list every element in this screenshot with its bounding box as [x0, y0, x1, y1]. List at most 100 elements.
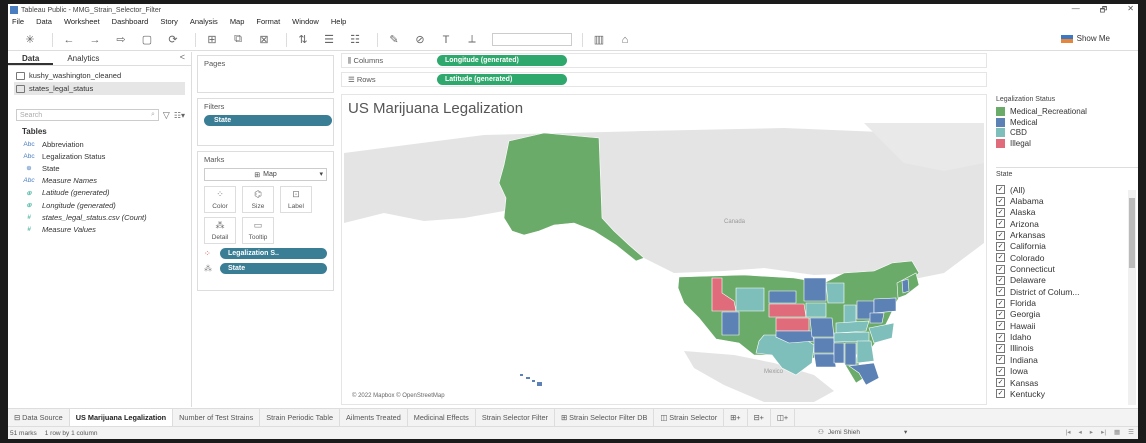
state-checkbox-item[interactable]: ✓ Alabama [996, 195, 1138, 206]
tab-analytics[interactable]: Analytics [53, 52, 113, 65]
rows-shelf[interactable]: ☰ Rows Latitude (generated) [341, 72, 987, 87]
checkbox[interactable]: ✓ [996, 219, 1005, 229]
map[interactable]: Canada Mexico © 2022 Mapbox © OpenStreet… [344, 123, 984, 402]
state-hawaii[interactable] [520, 374, 542, 386]
checkbox[interactable]: ✓ [996, 343, 1005, 353]
scrollbar-thumb[interactable] [1129, 198, 1135, 268]
search-input[interactable]: Search ⌕ [16, 109, 159, 121]
close-button[interactable]: ✕ [1127, 4, 1134, 18]
tableau-home-icon[interactable]: ✳ [20, 32, 40, 48]
checkbox[interactable]: ✓ [996, 355, 1005, 365]
field-item[interactable]: Abc Legalization Status [8, 150, 191, 162]
menu-map[interactable]: Map [230, 17, 245, 28]
menu-analysis[interactable]: Analysis [190, 17, 218, 28]
next-page-icon[interactable]: ▸ [1090, 428, 1093, 436]
menu-format[interactable]: Format [256, 17, 280, 28]
new-datasource-icon[interactable]: ⟳ [163, 32, 183, 48]
state-checkbox-item[interactable]: ✓ Georgia [996, 309, 1138, 320]
datasource-item[interactable]: states_legal_status [14, 82, 185, 95]
state-georgia[interactable] [856, 340, 875, 364]
state-checkbox-item[interactable]: ✓ Alaska [996, 207, 1138, 218]
menu-dashboard[interactable]: Dashboard [112, 17, 149, 28]
list-view-icon[interactable]: ☰ [1128, 428, 1134, 436]
state-new-hampshire[interactable] [901, 278, 910, 294]
state-checkbox-item[interactable]: ✓ Kansas [996, 377, 1138, 388]
field-item[interactable]: Abc Measure Names [8, 175, 191, 187]
last-page-icon[interactable]: ▸| [1101, 428, 1106, 436]
menu-data[interactable]: Data [36, 17, 52, 28]
rows-pill[interactable]: Latitude (generated) [437, 74, 567, 85]
tab-sheet[interactable]: Number of Test Strains [173, 409, 261, 426]
save-icon[interactable]: ▢ [137, 32, 157, 48]
state-west-virginia[interactable] [869, 312, 885, 324]
tab-sheet[interactable]: Medicinal Effects [408, 409, 476, 426]
state-checkbox-item[interactable]: ✓ District of Colum... [996, 286, 1138, 297]
state-pennsylvania[interactable] [873, 297, 897, 314]
filter-icon[interactable]: ▽ [163, 110, 170, 121]
state-alabama[interactable] [844, 342, 857, 366]
filter-pill-state[interactable]: State [204, 115, 332, 126]
checkbox[interactable]: ✓ [996, 378, 1005, 388]
field-item[interactable]: # Measure Values [8, 223, 191, 235]
fit-select[interactable] [492, 33, 572, 46]
state-checkbox-item[interactable]: ✓ Arizona [996, 218, 1138, 229]
tab-sheet[interactable]: US Marijuana Legalization [69, 409, 174, 426]
field-item[interactable]: # states_legal_status.csv (Count) [8, 211, 191, 223]
scrollbar[interactable] [1128, 190, 1136, 405]
state-checkbox-item[interactable]: ✓ California [996, 241, 1138, 252]
new-worksheet-icon[interactable]: ⊞ [202, 32, 222, 48]
menu-worksheet[interactable]: Worksheet [64, 17, 100, 28]
state-arkansas[interactable] [813, 337, 835, 354]
tab-story[interactable]: ◫ Strain Selector [654, 409, 725, 426]
checkbox[interactable]: ✓ [996, 321, 1005, 331]
first-page-icon[interactable]: |◂ [1066, 428, 1071, 436]
state-missouri[interactable] [809, 317, 835, 338]
replay-icon[interactable]: ⇨ [111, 32, 131, 48]
columns-pill[interactable]: Longitude (generated) [437, 55, 567, 66]
checkbox[interactable]: ✓ [996, 241, 1005, 251]
state-kansas[interactable] [775, 317, 810, 332]
state-checkbox-item[interactable]: ✓ Idaho [996, 331, 1138, 342]
field-item[interactable]: ⊕ Latitude (generated) [8, 187, 191, 199]
menu-help[interactable]: Help [331, 17, 346, 28]
legend-item[interactable]: Medical_Recreational [996, 107, 1136, 116]
state-checkbox-item[interactable]: ✓ Connecticut [996, 263, 1138, 274]
state-iowa[interactable] [805, 302, 827, 318]
highlight-icon[interactable]: ✎ [384, 32, 404, 48]
sort-desc-icon[interactable]: ☷ [345, 32, 365, 48]
duplicate-sheet-icon[interactable]: ⧉ [228, 32, 248, 48]
state-minnesota[interactable] [803, 277, 827, 302]
checkbox[interactable]: ✓ [996, 287, 1005, 297]
state-checkbox-item[interactable]: ✓ Kentucky [996, 388, 1138, 399]
checkbox[interactable]: ✓ [996, 298, 1005, 308]
detail-button[interactable]: ⁂ Detail [204, 217, 236, 244]
checkbox[interactable]: ✓ [996, 366, 1005, 376]
tab-dashboard[interactable]: ⊞ Strain Selector Filter DB [555, 409, 655, 426]
state-checkbox-item[interactable]: ✓ Florida [996, 297, 1138, 308]
show-me-button[interactable]: Show Me [1060, 34, 1110, 43]
group-icon[interactable]: ⊘ [410, 32, 430, 48]
undo-icon[interactable]: ← [59, 32, 79, 48]
state-checkbox-item[interactable]: ✓ Iowa [996, 366, 1138, 377]
checkbox[interactable]: ✓ [996, 332, 1005, 342]
field-item[interactable]: ⊕ Longitude (generated) [8, 199, 191, 211]
menu-window[interactable]: Window [292, 17, 319, 28]
new-dashboard-icon[interactable]: ⊟+ [748, 409, 771, 426]
legend-item[interactable]: CBD [996, 128, 1136, 137]
checkbox[interactable]: ✓ [996, 275, 1005, 285]
legend-item[interactable]: Illegal [996, 138, 1136, 148]
state-kentucky[interactable] [835, 320, 870, 334]
state-nebraska[interactable] [768, 303, 807, 318]
filters-card[interactable]: Filters State [197, 98, 334, 146]
legend-item[interactable]: Medical [996, 117, 1136, 127]
grid-view-icon[interactable]: ▦ [1114, 428, 1120, 436]
swap-icon[interactable]: ⇅ [293, 32, 313, 48]
state-wyoming[interactable] [735, 287, 765, 312]
checkbox[interactable]: ✓ [996, 185, 1005, 195]
menu-file[interactable]: File [12, 17, 24, 28]
state-utah[interactable] [721, 311, 740, 336]
tooltip-button[interactable]: ▭ Tooltip [242, 217, 274, 244]
state-tennessee[interactable] [833, 331, 870, 343]
minimize-button[interactable]: — [1072, 4, 1080, 18]
checkbox[interactable]: ✓ [996, 196, 1005, 206]
